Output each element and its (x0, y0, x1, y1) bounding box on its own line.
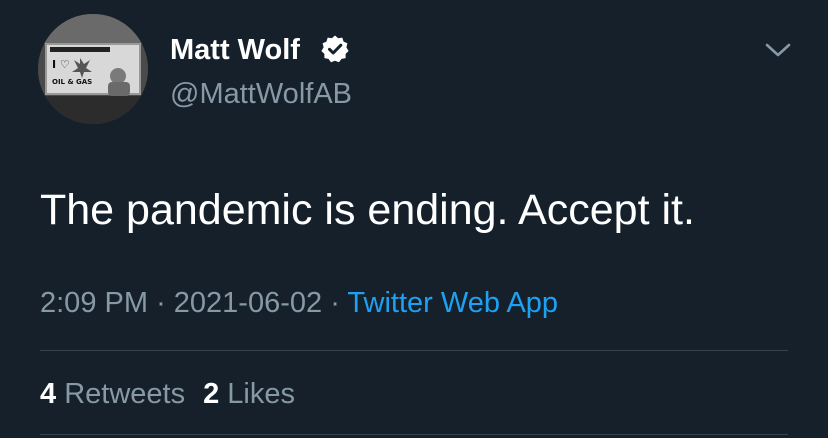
meta-separator: · (156, 287, 166, 319)
avatar-sign-line2: OIL & GAS (52, 78, 92, 86)
display-name[interactable]: Matt Wolf (170, 32, 300, 68)
verified-badge-icon (321, 35, 349, 63)
retweets-stat[interactable]: 4 Retweets (40, 378, 185, 410)
avatar[interactable]: I ♡ OIL & GAS (38, 14, 148, 124)
tweet-stats: 4 Retweets 2 Likes (40, 376, 295, 412)
retweets-label: Retweets (64, 378, 186, 410)
tweet-date[interactable]: 2021-06-02 (174, 287, 322, 319)
tweet-meta: 2:09 PM · 2021-06-02 · Twitter Web App (40, 285, 558, 321)
avatar-sign-line1: I ♡ (52, 58, 70, 71)
chevron-down-icon[interactable] (762, 36, 794, 64)
tweet-time[interactable]: 2:09 PM (40, 287, 148, 319)
tweet-source-link[interactable]: Twitter Web App (347, 287, 558, 319)
likes-stat[interactable]: 2 Likes (203, 378, 295, 410)
meta-separator: · (330, 287, 340, 319)
likes-label: Likes (227, 378, 295, 410)
tweet: I ♡ OIL & GAS Matt Wolf @MattWolfAB The … (0, 0, 828, 438)
divider (40, 434, 788, 435)
retweets-count: 4 (40, 378, 57, 410)
user-handle[interactable]: @MattWolfAB (170, 76, 352, 112)
avatar-image: I ♡ OIL & GAS (38, 14, 148, 124)
likes-count: 2 (203, 378, 220, 410)
divider (40, 350, 788, 351)
tweet-text: The pandemic is ending. Accept it. (40, 186, 695, 234)
